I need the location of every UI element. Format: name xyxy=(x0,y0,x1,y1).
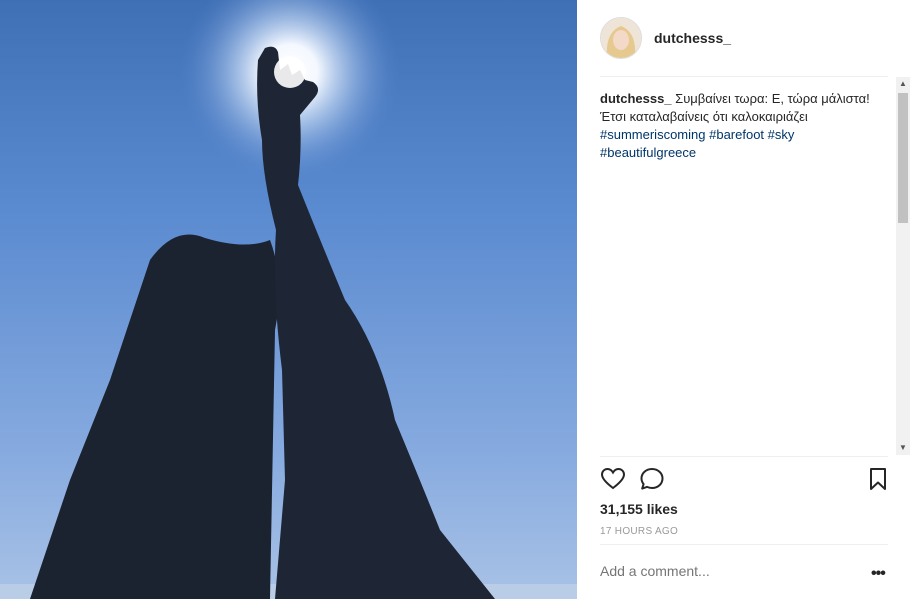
header-divider xyxy=(600,76,888,77)
post-details-panel: dutchesss_ dutchesss_ Συμβαίνει τωρα: Ε,… xyxy=(577,0,912,599)
scrollbar-thumb[interactable] xyxy=(898,93,908,223)
scroll-down-arrow-icon[interactable]: ▼ xyxy=(896,441,910,455)
hashtag-beautifulgreece[interactable]: #beautifulgreece xyxy=(600,145,696,160)
comments-scrollbar[interactable]: ▲ ▼ xyxy=(896,77,910,455)
hashtag-barefoot[interactable]: #barefoot xyxy=(709,127,764,142)
comment-icon[interactable] xyxy=(639,466,665,492)
actions-divider xyxy=(600,456,888,457)
more-options-icon[interactable]: ••• xyxy=(871,565,886,583)
caption-username[interactable]: dutchesss_ xyxy=(600,91,672,106)
post-timestamp[interactable]: 17 HOURS AGO xyxy=(600,526,678,537)
post-header: dutchesss_ xyxy=(600,17,731,59)
photo-illustration xyxy=(0,0,577,599)
action-bar xyxy=(600,466,888,492)
likes-count[interactable]: 31,155 likes xyxy=(600,501,678,517)
hashtag-sky[interactable]: #sky xyxy=(768,127,795,142)
post-caption: dutchesss_ Συμβαίνει τωρα: Ε, τώρα μάλισ… xyxy=(600,90,870,162)
post-photo xyxy=(0,0,577,599)
hashtag-summeriscoming[interactable]: #summeriscoming xyxy=(600,127,705,142)
avatar[interactable] xyxy=(600,17,642,59)
comment-input[interactable] xyxy=(600,563,850,579)
heart-icon[interactable] xyxy=(600,466,626,492)
comment-divider xyxy=(600,544,888,545)
sun-core xyxy=(274,56,306,88)
header-username[interactable]: dutchesss_ xyxy=(654,30,731,46)
bookmark-icon[interactable] xyxy=(865,466,891,492)
avatar-image xyxy=(601,18,641,58)
scroll-up-arrow-icon[interactable]: ▲ xyxy=(896,77,910,91)
